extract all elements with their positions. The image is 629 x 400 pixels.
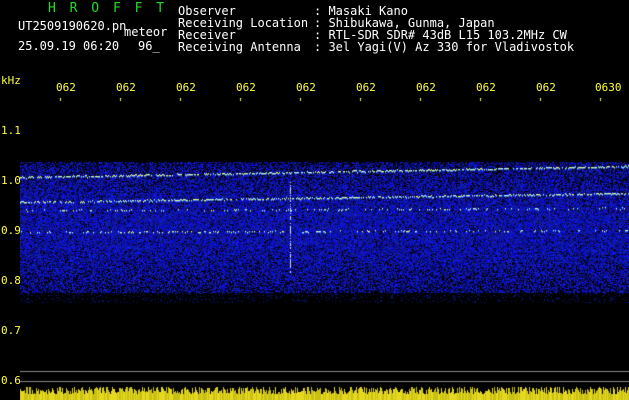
y-tick-label: 1.1 xyxy=(1,124,21,137)
file-name: UT2509190620.pn xyxy=(18,19,127,33)
y-tick-label: 0.6 xyxy=(1,374,21,387)
x-tick-label: 062 xyxy=(356,81,376,94)
x-tick-label: 062 xyxy=(476,81,496,94)
y-tick-label: 0.8 xyxy=(1,274,21,287)
capture-datetime: 25.09.19 06:20 xyxy=(18,39,120,53)
x-tick-label: 062 xyxy=(416,81,436,94)
spectrogram-canvas xyxy=(20,98,629,400)
x-tick-label: 0630 xyxy=(595,81,622,94)
capture-value: 96_ xyxy=(138,39,160,53)
antenna-value: : 3el Yagi(V) Az 330 for Vladivostok xyxy=(314,40,575,54)
antenna-label: Receiving Antenna xyxy=(178,40,301,54)
y-tick-label: 0.9 xyxy=(1,224,21,237)
file-suffix: meteor xyxy=(124,25,168,39)
y-tick-label: 0.7 xyxy=(1,324,21,337)
x-tick-label: 062 xyxy=(536,81,556,94)
x-tick-label: 062 xyxy=(56,81,76,94)
y-tick-label: 1.0 xyxy=(1,174,21,187)
x-tick-label: 062 xyxy=(176,81,196,94)
x-tick-label: 062 xyxy=(296,81,316,94)
x-tick-label: 062 xyxy=(236,81,256,94)
x-tick-label: 062 xyxy=(116,81,136,94)
y-axis-unit: kHz xyxy=(1,74,21,87)
app-title: H R O F F T xyxy=(48,1,168,16)
hrofft-window: { "app": { "name": "H R O F F T" }, "fil… xyxy=(0,0,629,400)
